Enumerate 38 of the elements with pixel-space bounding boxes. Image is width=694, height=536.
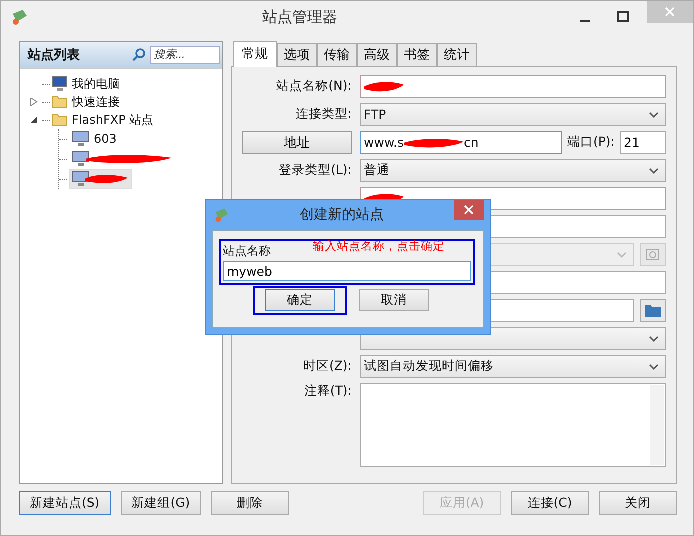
site-name-field[interactable]: myweb (223, 261, 471, 281)
tree-item[interactable]: 603 (69, 129, 120, 149)
action-button[interactable]: 新建站点(S) (19, 491, 111, 515)
address-button[interactable]: 地址 (242, 131, 352, 154)
tab[interactable]: 书签 (397, 43, 437, 66)
tree-item[interactable]: 我的电脑 (70, 76, 122, 92)
field-label: 站点名称 (223, 243, 271, 260)
dialog-button[interactable]: 确定 (265, 289, 335, 311)
tab[interactable]: 统计 (437, 43, 477, 66)
window-title: 站点管理器 (262, 8, 338, 26)
tab[interactable]: 选项 (277, 43, 317, 66)
field-label: 注释(T): (303, 383, 352, 400)
field-label: 时区(Z): (302, 358, 352, 375)
site-list-title: 站点列表 (26, 47, 81, 64)
address-value-start: www.s (364, 135, 404, 150)
dialog-title: 创建新的站点 (299, 206, 385, 224)
field-label: 连接类型: (294, 106, 352, 123)
tab[interactable]: 常规 (233, 41, 277, 67)
action-button[interactable]: 连接(C) (511, 491, 589, 515)
action-button[interactable]: 关闭 (599, 491, 677, 515)
annotation-text: 输入站点名称，点击确定 (313, 239, 445, 254)
address-field[interactable]: www.s cn (360, 131, 562, 154)
dropdown[interactable]: 普通 (360, 159, 666, 182)
dialog-button[interactable]: 取消 (359, 289, 429, 311)
action-button[interactable]: 新建组(G) (120, 491, 202, 515)
tab[interactable]: 高级 (357, 43, 397, 66)
dropdown[interactable]: 试图自动发现时间偏移 (360, 355, 666, 378)
port-label: 端口(P): (567, 134, 615, 151)
port-field[interactable]: 21 (620, 131, 666, 154)
field-label: 站点名称(N): (276, 78, 352, 95)
tree-item[interactable]: FlashFXP 站点 (70, 112, 156, 128)
dropdown[interactable]: FTP (360, 103, 666, 126)
tab[interactable]: 传输 (317, 43, 357, 66)
field-label: 登录类型(L): (278, 162, 352, 179)
action-button[interactable]: 删除 (211, 491, 290, 515)
address-value-end: cn (464, 135, 479, 150)
search-field[interactable]: 搜索... (150, 46, 220, 64)
tree-item[interactable]: 快速连接 (70, 94, 122, 110)
